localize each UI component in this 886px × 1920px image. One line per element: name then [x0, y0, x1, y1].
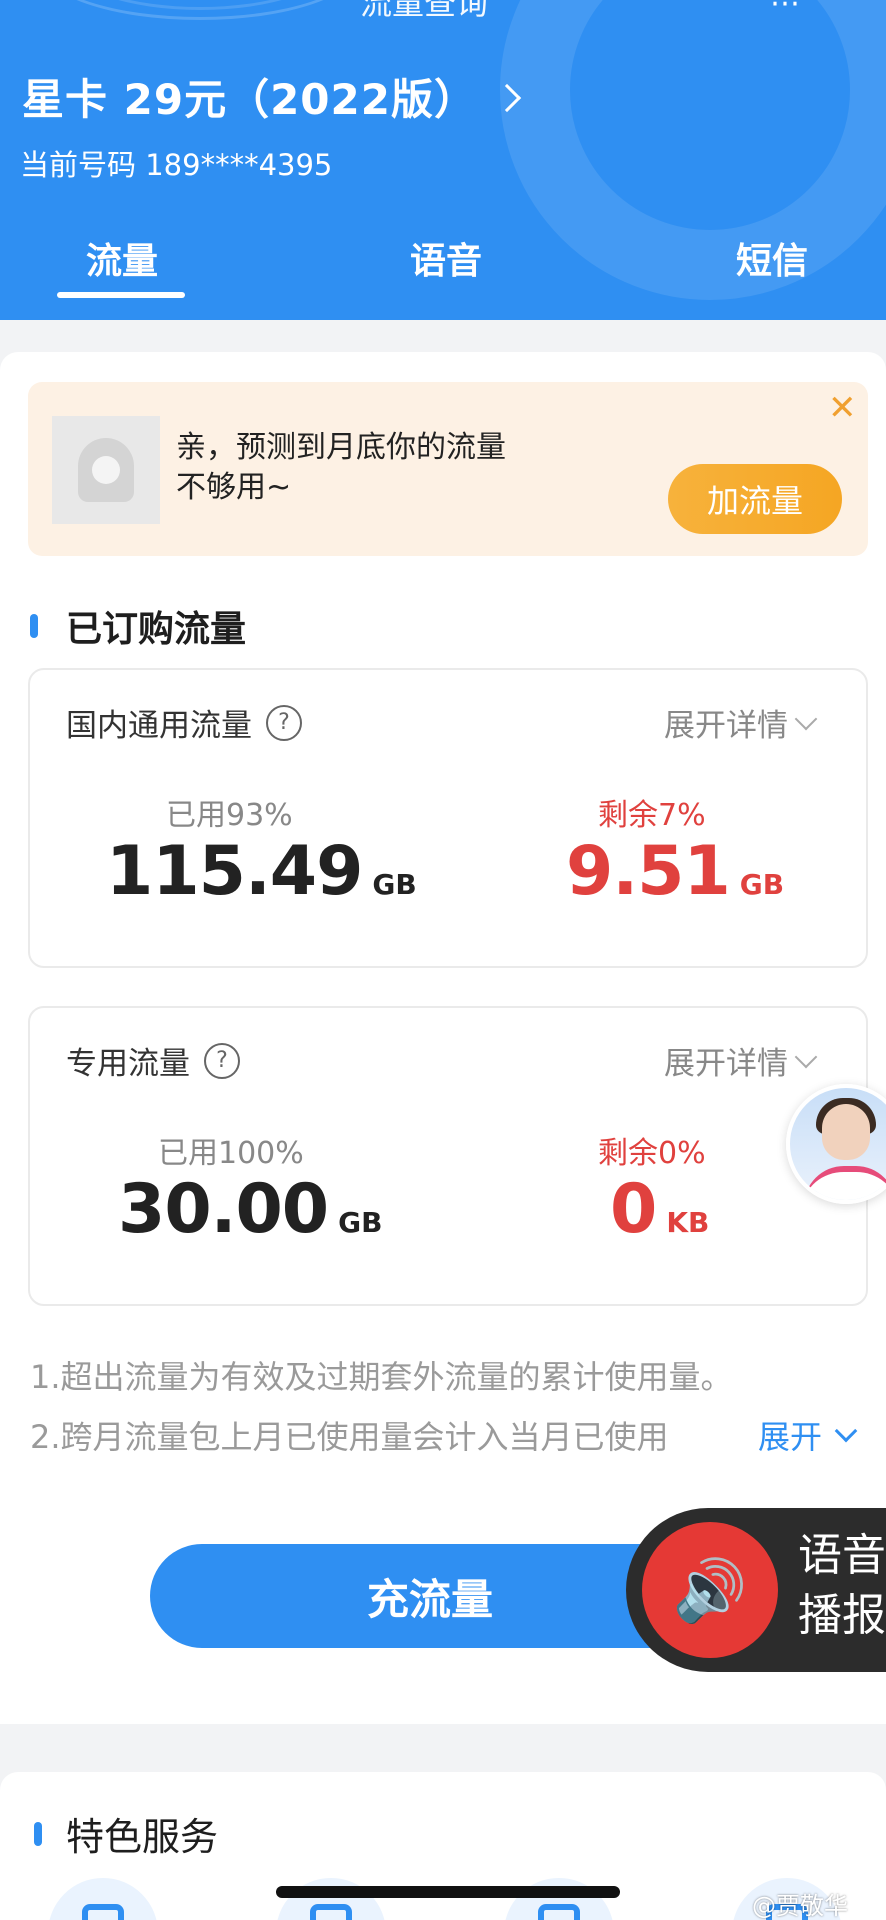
tab-voice[interactable]: 语音: [410, 232, 482, 284]
expand-details-button[interactable]: 展开详情: [664, 1038, 818, 1083]
used-unit: GB: [372, 868, 417, 901]
avatar-placeholder-icon: [78, 438, 134, 502]
remaining-amount: 0 KB: [610, 1170, 709, 1249]
expand-notes-label: 展开: [758, 1418, 823, 1456]
chevron-right-icon: [492, 83, 522, 112]
service-icon[interactable]: [48, 1878, 158, 1920]
remaining-value: 9.51: [566, 832, 731, 911]
card-title-row: 专用流量 ?: [66, 1038, 240, 1083]
section-header-featured: 特色服务: [34, 1806, 218, 1861]
home-indicator[interactable]: [276, 1886, 620, 1898]
page: 流量查询 ⋯ 星卡 29元（2022版） 当前号码 189****4395 流量…: [0, 0, 886, 1920]
help-icon[interactable]: ?: [204, 1042, 240, 1079]
remaining-amount: 9.51 GB: [566, 832, 784, 911]
note-line-1: 1.超出流量为有效及过期套外流量的累计使用量。: [30, 1358, 733, 1396]
close-icon[interactable]: ✕: [828, 388, 857, 428]
chevron-down-icon: [794, 707, 818, 730]
remaining-unit: KB: [666, 1206, 710, 1239]
low-data-notice: 亲，预测到月底你的流量不够用~ ✕ 加流量: [28, 382, 868, 556]
avatar-face: [822, 1104, 870, 1160]
chevron-down-icon: [834, 1419, 858, 1443]
plan-selector[interactable]: 星卡 29元（2022版）: [22, 66, 522, 127]
expand-details-label: 展开详情: [664, 1046, 788, 1082]
speaker-icon[interactable]: 🔊: [642, 1522, 778, 1658]
active-tab-indicator: [57, 292, 185, 298]
page-title: 流量查询: [360, 0, 489, 22]
expand-notes-button[interactable]: 展开: [754, 1412, 858, 1458]
section-title: 特色服务: [66, 1815, 219, 1859]
section-marker: [34, 1821, 42, 1846]
voice-label-line-1: 语音: [798, 1530, 886, 1581]
tab-sms[interactable]: 短信: [736, 232, 808, 284]
more-icon[interactable]: ⋯: [770, 0, 800, 21]
avatar: [52, 416, 160, 524]
used-value: 30.00: [118, 1170, 329, 1249]
card-title: 国内通用流量: [66, 708, 252, 744]
service-glyph-icon: [82, 1904, 124, 1920]
used-unit: GB: [338, 1206, 383, 1239]
section-marker: [30, 614, 38, 638]
voice-label-line-2: 播报: [798, 1590, 886, 1641]
remaining-value: 0: [610, 1170, 657, 1249]
section-title: 已订购流量: [66, 609, 247, 650]
voice-broadcast-widget[interactable]: 🔊 语音 播报: [626, 1508, 886, 1672]
help-icon[interactable]: ?: [266, 704, 302, 741]
add-data-button[interactable]: 加流量: [668, 464, 842, 534]
note-line-2: 2.跨月流量包上月已使用量会计入当月已使用: [30, 1418, 669, 1456]
expand-details-label: 展开详情: [664, 708, 788, 744]
tab-data[interactable]: 流量: [86, 232, 158, 284]
used-value: 115.49: [106, 832, 363, 911]
usage-card-dedicated: 专用流量 ? 展开详情 已用100% 30.00 GB 剩余0% 0 KB: [28, 1006, 868, 1306]
expand-details-button[interactable]: 展开详情: [664, 700, 818, 745]
plan-name: 星卡 29元（2022版）: [22, 75, 477, 124]
notice-message: 亲，预测到月底你的流量不够用~: [176, 430, 506, 505]
header: 流量查询 ⋯ 星卡 29元（2022版） 当前号码 189****4395 流量…: [0, 0, 886, 320]
service-icon[interactable]: [504, 1878, 614, 1920]
avatar-body: [804, 1166, 886, 1200]
tab-bar: 流量 语音 短信: [0, 232, 886, 302]
service-icon[interactable]: [276, 1878, 386, 1920]
used-amount: 115.49 GB: [106, 832, 417, 911]
remaining-unit: GB: [739, 868, 785, 901]
usage-card-general: 国内通用流量 ? 展开详情 已用93% 115.49 GB 剩余7% 9.51 …: [28, 668, 868, 968]
remaining-percent-label: 剩余0%: [598, 1136, 706, 1171]
watermark: @贾敬华: [752, 1892, 848, 1920]
card-title-row: 国内通用流量 ?: [66, 700, 302, 745]
chevron-down-icon: [794, 1045, 818, 1068]
service-glyph-icon: [310, 1904, 352, 1920]
remaining-percent-label: 剩余7%: [598, 798, 706, 833]
used-percent-label: 已用100%: [158, 1136, 304, 1171]
section-header-subscribed: 已订购流量: [30, 600, 246, 652]
voice-broadcast-label: 语音 播报: [798, 1526, 886, 1646]
service-glyph-icon: [538, 1904, 580, 1920]
note-line-2-container: 2.跨月流量包上月已使用量会计入当月已使用: [30, 1412, 750, 1462]
card-title: 专用流量: [66, 1046, 190, 1082]
phone-number: 当前号码 189****4395: [20, 148, 333, 182]
used-amount: 30.00 GB: [118, 1170, 382, 1249]
used-percent-label: 已用93%: [166, 798, 293, 833]
